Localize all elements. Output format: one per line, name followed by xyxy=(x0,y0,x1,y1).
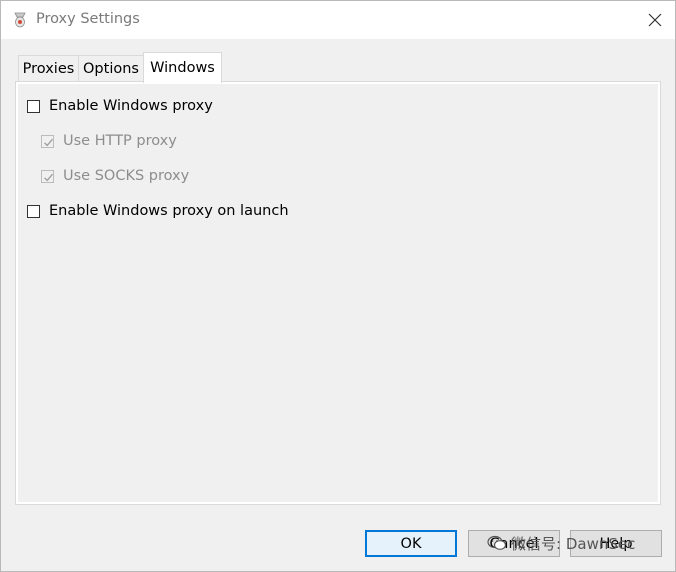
checkbox-label: Use SOCKS proxy xyxy=(63,168,190,184)
use-socks-proxy-checkbox[interactable]: Use SOCKS proxy xyxy=(41,168,189,184)
close-button[interactable] xyxy=(637,3,673,37)
button-label: OK xyxy=(400,535,422,552)
watermark: 微信号: DawnSec xyxy=(487,531,635,555)
enable-on-launch-checkbox[interactable]: Enable Windows proxy on launch xyxy=(27,203,289,219)
checkbox-label: Enable Windows proxy xyxy=(49,98,213,114)
tab-label: Options xyxy=(83,61,139,77)
windows-tab-panel: Enable Windows proxy Use HTTP proxy Use … xyxy=(15,81,661,505)
checkbox-box[interactable] xyxy=(41,134,54,148)
ok-button[interactable]: OK xyxy=(365,530,457,557)
checkbox-box[interactable] xyxy=(41,169,54,183)
window-title: Proxy Settings xyxy=(36,11,140,27)
checkmark-icon xyxy=(44,173,53,181)
proxy-settings-dialog: Proxy Settings Proxies Options Windows E… xyxy=(0,0,676,572)
use-http-proxy-checkbox[interactable]: Use HTTP proxy xyxy=(41,133,177,149)
watermark-text: 微信号: DawnSec xyxy=(511,534,636,553)
tab-options[interactable]: Options xyxy=(78,55,144,82)
checkbox-label: Use HTTP proxy xyxy=(63,133,177,149)
tab-label: Windows xyxy=(150,60,215,76)
wechat-icon xyxy=(487,535,507,550)
checkbox-box[interactable] xyxy=(27,99,40,113)
checkbox-label: Enable Windows proxy on launch xyxy=(49,203,289,219)
checkmark-icon xyxy=(44,138,53,146)
tab-proxies[interactable]: Proxies xyxy=(18,55,79,82)
enable-windows-proxy-checkbox[interactable]: Enable Windows proxy xyxy=(27,98,213,114)
close-icon xyxy=(648,13,662,27)
checkbox-box[interactable] xyxy=(27,204,40,218)
panel-content: Enable Windows proxy Use HTTP proxy Use … xyxy=(18,84,658,502)
title-bar[interactable]: Proxy Settings xyxy=(1,1,675,39)
tab-windows[interactable]: Windows xyxy=(143,52,222,83)
proxy-app-icon xyxy=(12,11,28,29)
tab-label: Proxies xyxy=(22,61,75,77)
